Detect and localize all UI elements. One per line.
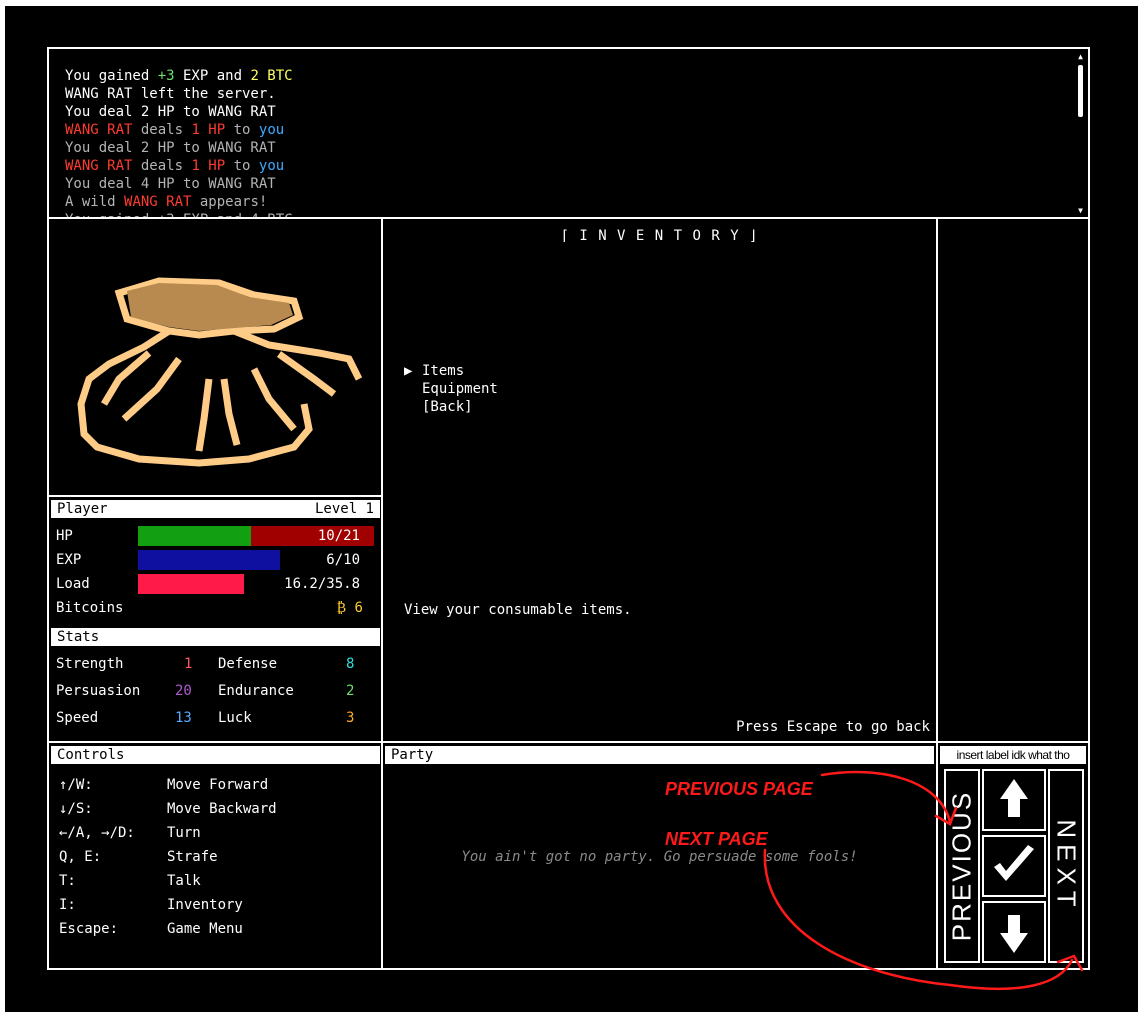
previous-arrow <box>820 770 952 824</box>
next-arrow <box>763 848 1074 991</box>
annotation-arrows <box>763 770 1084 991</box>
